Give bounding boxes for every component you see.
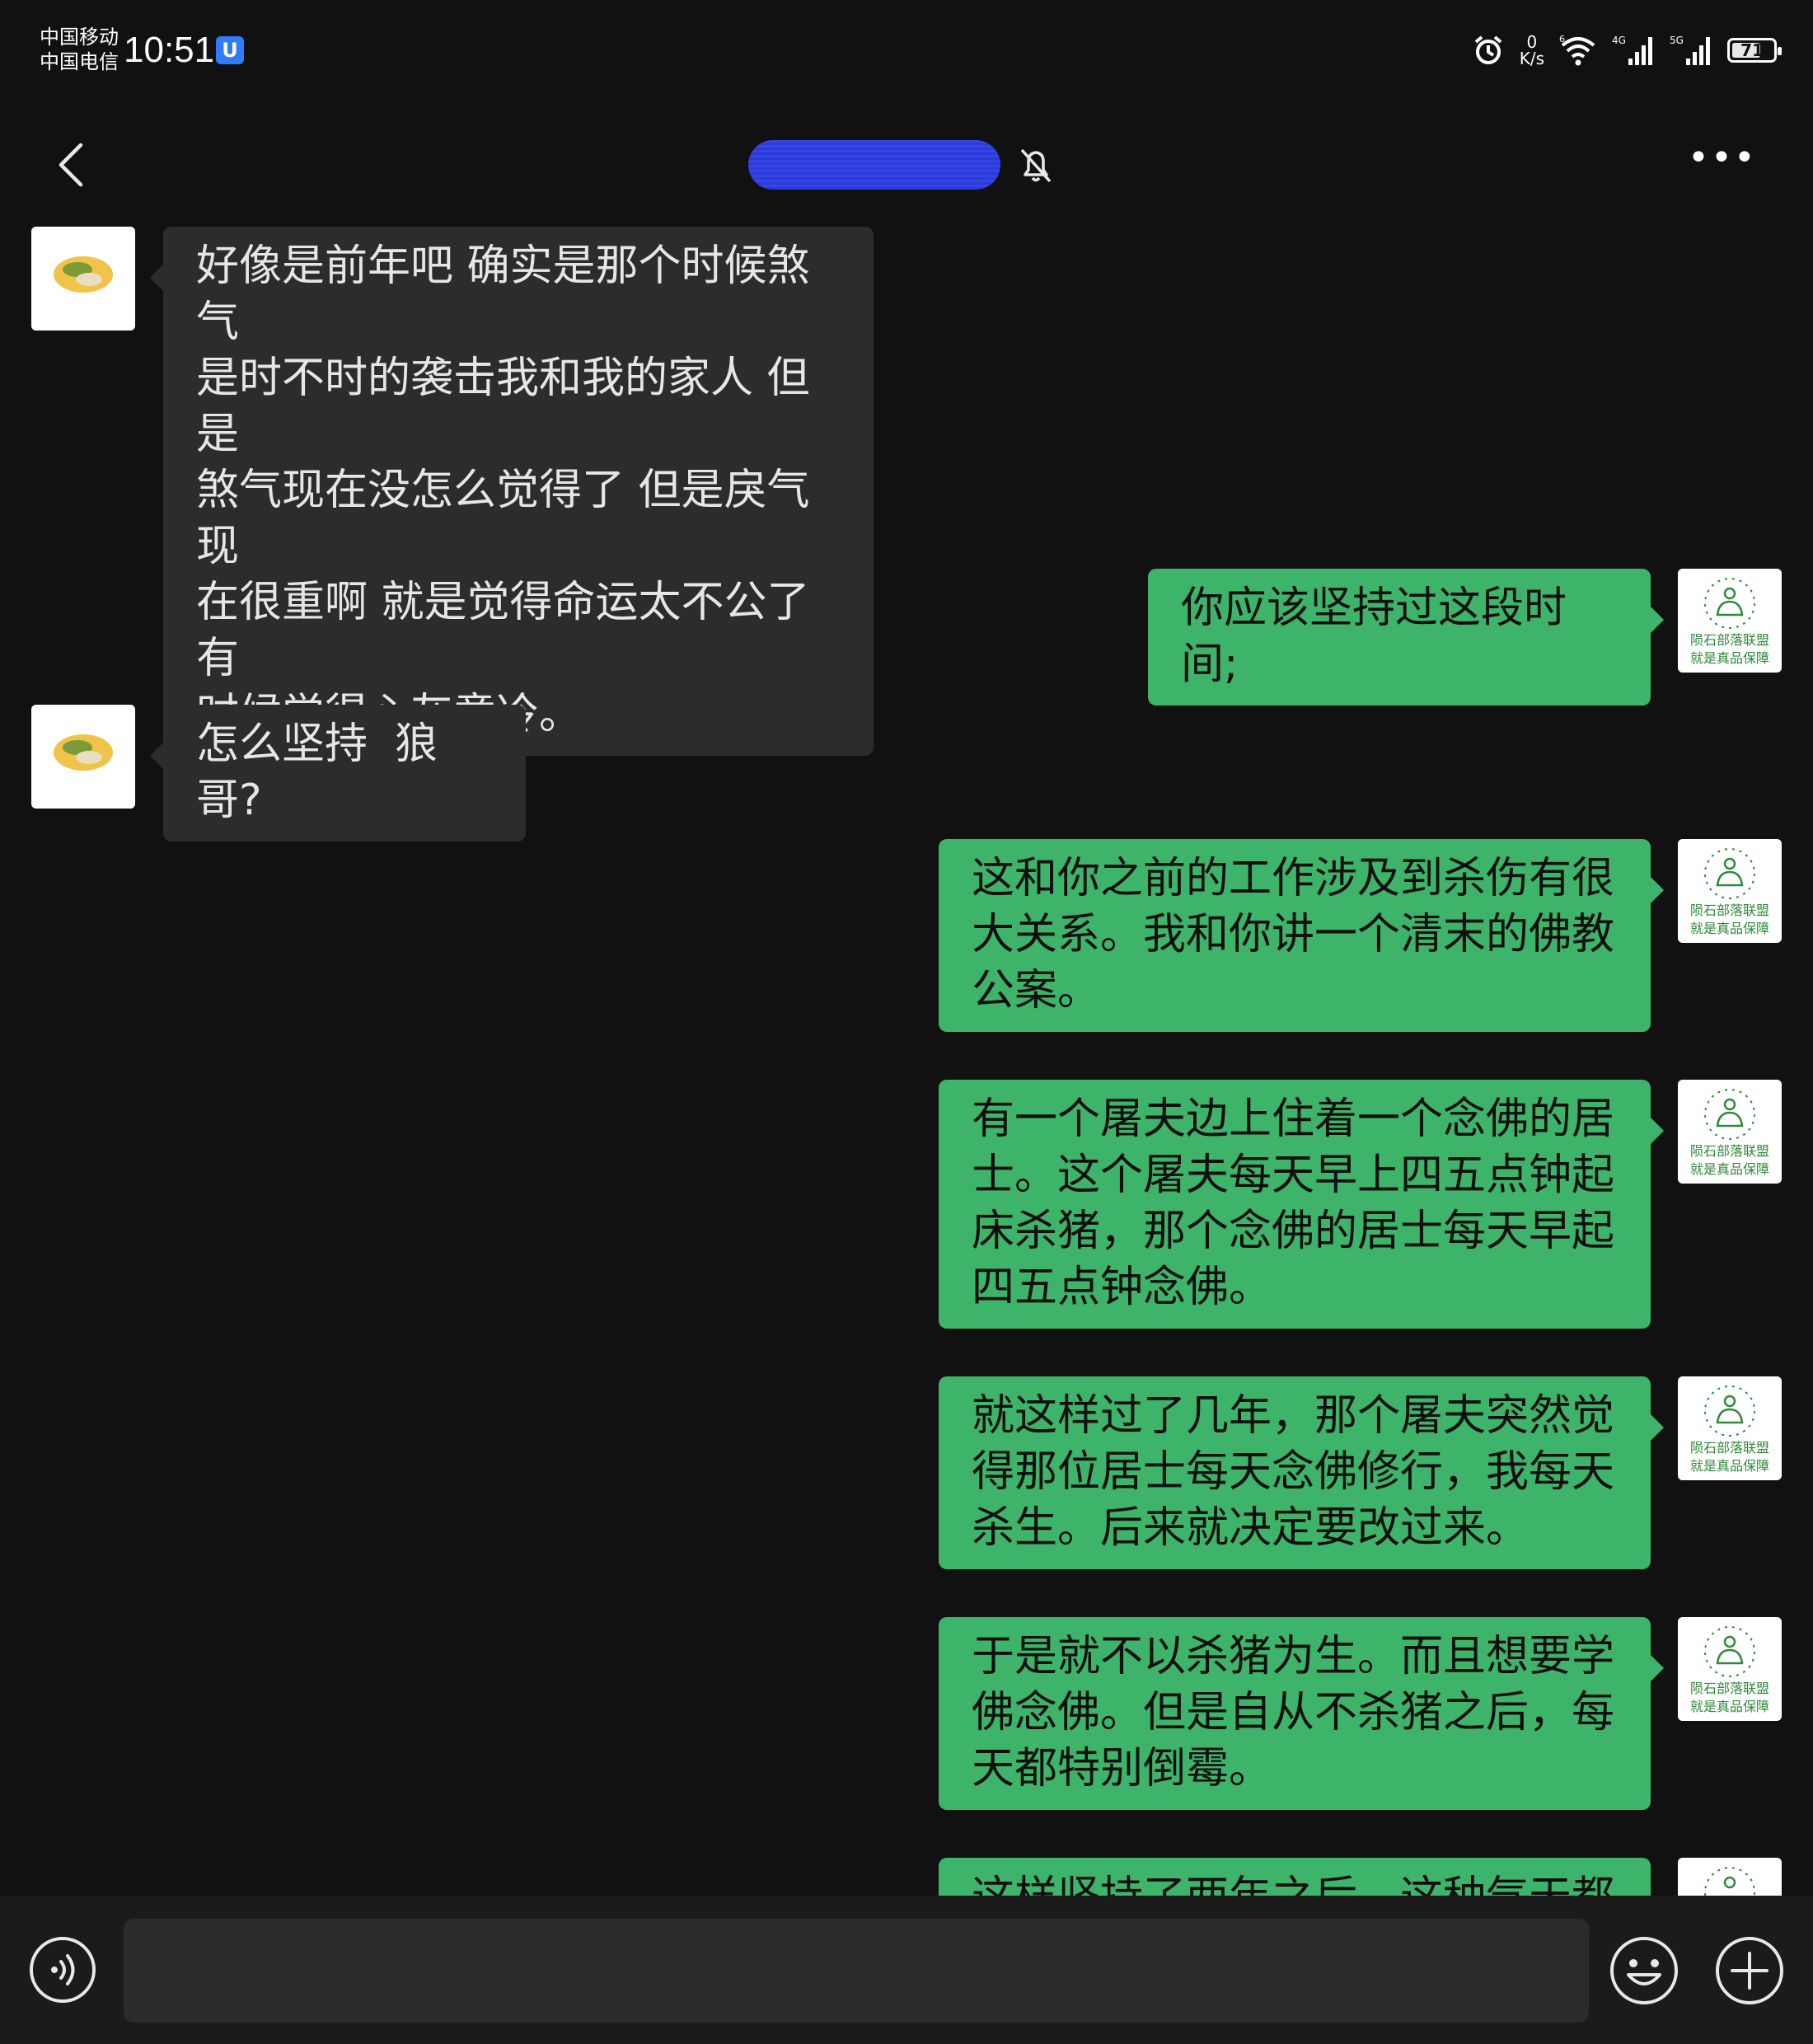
mute-bell-icon <box>1020 148 1052 183</box>
contact-avatar[interactable] <box>31 705 135 809</box>
svg-text:陨石部落联盟: 陨石部落联盟 <box>1690 632 1769 648</box>
svg-text:5G: 5G <box>1670 35 1684 46</box>
svg-text:就是真品保障: 就是真品保障 <box>1690 1458 1769 1474</box>
food-avatar-icon <box>31 705 135 809</box>
contact-avatar[interactable] <box>31 227 135 331</box>
message-bubble-incoming[interactable]: 怎么坚持 狼哥? <box>150 705 526 842</box>
more-options-button[interactable]: ••• <box>1688 140 1755 188</box>
message-bubble-outgoing[interactable]: 这和你之前的工作涉及到杀伤有很 大关系。我和你讲一个清末的佛教 公案。 <box>939 839 1664 1032</box>
svg-text:6: 6 <box>1559 34 1565 45</box>
message-bubble-outgoing[interactable]: 于是就不以杀猪为生。而且想要学 佛念佛。但是自从不杀猪之后，每 天都特别倒霉。 <box>939 1617 1664 1810</box>
back-arrow-icon[interactable] <box>49 140 99 190</box>
svg-text:就是真品保障: 就是真品保障 <box>1690 1699 1769 1714</box>
svg-text:陨石部落联盟: 陨石部落联盟 <box>1690 1143 1769 1159</box>
signal-4g-icon: 4G <box>1612 35 1652 65</box>
status-clock: 10:51 <box>124 30 215 70</box>
self-avatar[interactable]: 陨石部落联盟 就是真品保障 <box>1678 1080 1782 1184</box>
notification-app-icon: U <box>216 36 244 64</box>
carrier-1: 中国移动 <box>40 26 119 49</box>
message-bubble-outgoing[interactable]: 你应该坚持过这段时间; <box>1148 569 1664 706</box>
svg-text:4G: 4G <box>1612 35 1626 46</box>
svg-text:就是真品保障: 就是真品保障 <box>1690 650 1769 666</box>
battery-icon: 71 <box>1727 38 1782 63</box>
input-bar <box>0 1896 1813 2044</box>
svg-text:陨石部落联盟: 陨石部落联盟 <box>1690 902 1769 918</box>
meditation-logo-icon: 陨石部落联盟 就是真品保障 <box>1678 839 1782 943</box>
meditation-logo-icon: 陨石部落联盟 就是真品保障 <box>1678 1617 1782 1721</box>
meditation-logo-icon <box>1678 1858 1782 1896</box>
meditation-logo-icon: 陨石部落联盟 就是真品保障 <box>1678 1080 1782 1184</box>
voice-input-icon[interactable] <box>28 1935 97 2004</box>
svg-text:就是真品保障: 就是真品保障 <box>1690 1161 1769 1177</box>
message-bubble-incoming[interactable]: 好像是前年吧 确实是那个时候煞气 是时不时的袭击我和我的家人 但是 煞气现在没怎… <box>150 227 874 756</box>
meditation-logo-icon: 陨石部落联盟 就是真品保障 <box>1678 1376 1782 1480</box>
carrier-2: 中国电信 <box>40 50 119 73</box>
message-input[interactable] <box>124 1919 1589 2023</box>
message-bubble-outgoing[interactable]: 有一个屠夫边上住着一个念佛的居 士。这个屠夫每天早上四五点钟起 床杀猪，那个念佛… <box>939 1080 1664 1329</box>
status-bar: 中国移动 中国电信 10:51 U 0 K/s 6 4G 5G 71 <box>0 0 1813 99</box>
svg-text:陨石部落联盟: 陨石部落联盟 <box>1690 1440 1769 1456</box>
svg-text:陨石部落联盟: 陨石部落联盟 <box>1690 1681 1769 1696</box>
message-list[interactable]: 好像是前年吧 确实是那个时候煞气 是时不时的袭击我和我的家人 但是 煞气现在没怎… <box>0 227 1813 1896</box>
message-bubble-outgoing[interactable]: 这样坚持了两年之后，这种气天都 <box>939 1858 1651 1896</box>
self-avatar[interactable] <box>1678 1858 1782 1896</box>
self-avatar[interactable]: 陨石部落联盟 就是真品保障 <box>1678 569 1782 673</box>
alarm-icon <box>1474 35 1502 64</box>
network-speed: 0 K/s <box>1519 32 1544 68</box>
carrier-labels: 中国移动 中国电信 <box>40 25 119 74</box>
self-avatar[interactable]: 陨石部落联盟 就是真品保障 <box>1678 1376 1782 1480</box>
food-avatar-icon <box>31 227 135 331</box>
contact-name-redacted[interactable] <box>748 140 1000 190</box>
meditation-logo-icon: 陨石部落联盟 就是真品保障 <box>1678 569 1782 673</box>
chat-header: ••• <box>0 124 1813 206</box>
status-icons: 0 K/s 6 4G 5G 71 <box>1472 30 1782 71</box>
self-avatar[interactable]: 陨石部落联盟 就是真品保障 <box>1678 839 1782 943</box>
emoji-icon[interactable] <box>1609 1935 1679 2006</box>
message-bubble-outgoing[interactable]: 就这样过了几年，那个屠夫突然觉 得那位居士每天念佛修行，我每天 杀生。后来就决定… <box>939 1376 1664 1569</box>
signal-5g-icon: 5G <box>1670 35 1710 65</box>
wifi-icon: 6 <box>1559 34 1595 66</box>
plus-icon[interactable] <box>1714 1935 1785 2006</box>
svg-text:就是真品保障: 就是真品保障 <box>1690 921 1769 936</box>
self-avatar[interactable]: 陨石部落联盟 就是真品保障 <box>1678 1617 1782 1721</box>
battery-percent: 71 <box>1740 40 1764 60</box>
